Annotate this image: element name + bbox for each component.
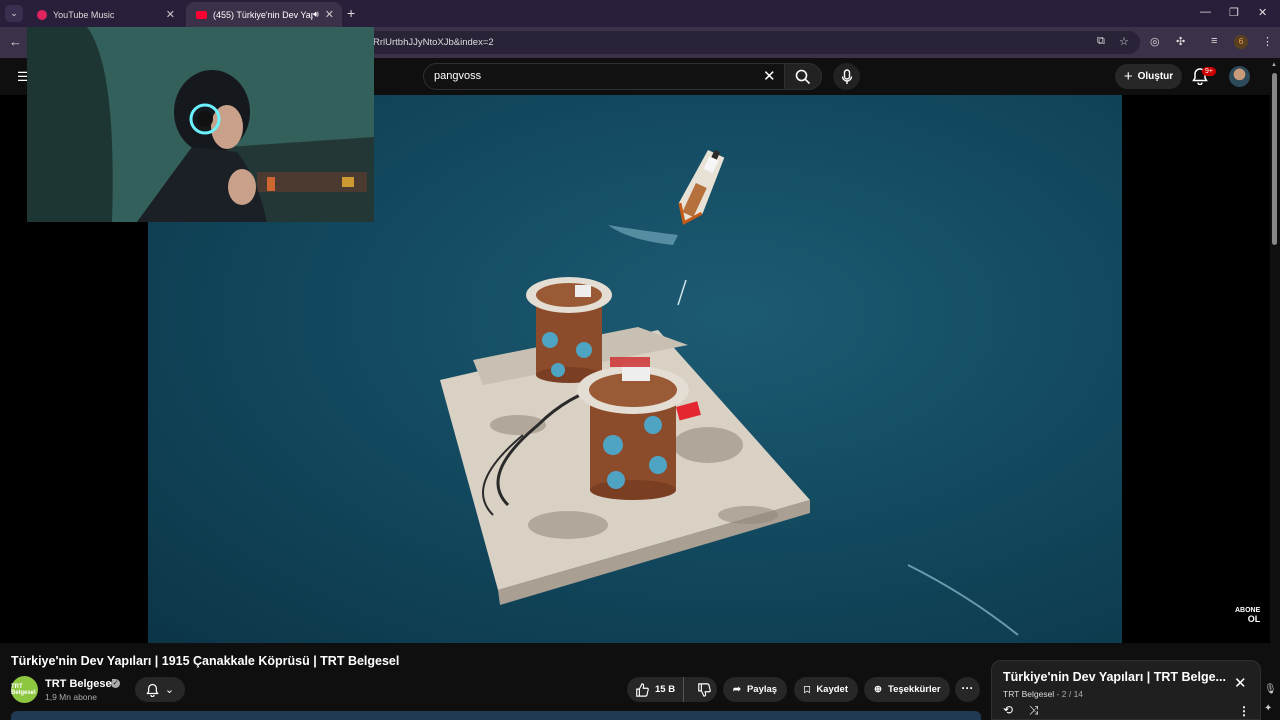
- super-thanks-icon: ⊕: [874, 684, 882, 695]
- thanks-label: Teşekkürler: [887, 684, 941, 695]
- browser-tab-strip: ⌄ YouTube Music ✕ (455) Türkiye'nin Dev …: [0, 0, 1280, 27]
- webcam-overlay: [27, 27, 374, 222]
- loop-icon[interactable]: ⟲: [1003, 703, 1013, 717]
- tab-video-active[interactable]: (455) Türkiye'nin Dev Yapıla 🔊︎ ✕: [186, 2, 342, 27]
- bell-icon: [146, 683, 159, 697]
- profile-badge[interactable]: 6: [1234, 35, 1248, 49]
- tab-close-icon[interactable]: ✕: [166, 8, 175, 21]
- thumbs-up-icon: [636, 682, 649, 697]
- like-button[interactable]: 15 B: [627, 677, 685, 702]
- search-value[interactable]: pangvoss: [434, 70, 481, 82]
- notification-count-badge: 9+: [1202, 67, 1216, 76]
- watermark-bottom-text: OL: [1247, 614, 1261, 624]
- search-icon: [795, 69, 811, 84]
- description-box-top[interactable]: [11, 711, 981, 720]
- incognito-icon[interactable]: ◎: [1150, 35, 1160, 48]
- plus-icon: +: [1123, 68, 1133, 85]
- tab-search-button[interactable]: ⌄: [5, 5, 23, 22]
- user-avatar[interactable]: [1229, 66, 1250, 87]
- browser-menu-icon[interactable]: ⋮: [1262, 35, 1273, 48]
- save-button[interactable]: Kaydet: [794, 677, 858, 702]
- back-arrow-icon[interactable]: ←: [9, 34, 22, 49]
- more-actions-button[interactable]: ···: [955, 677, 980, 702]
- side-mic-icon[interactable]: 🎙︎: [1264, 684, 1277, 695]
- video-title: Türkiye'nin Dev Yapıları | 1915 Çanakkal…: [11, 654, 400, 668]
- playlist-menu-icon[interactable]: ⋮: [1238, 704, 1250, 718]
- watermark-top-text: ABONE: [1235, 607, 1261, 614]
- subscriber-count: 1,9 Mn abone: [45, 692, 97, 702]
- create-label: Oluştur: [1137, 71, 1174, 82]
- bookmark-icon: [804, 685, 811, 694]
- restore-button[interactable]: ❐: [1229, 6, 1239, 19]
- dislike-button[interactable]: [690, 677, 717, 702]
- window-close-button[interactable]: ✕: [1258, 6, 1267, 19]
- scroll-up-arrow-icon[interactable]: ▲: [1271, 62, 1277, 68]
- thumbs-down-icon: [697, 682, 711, 697]
- chevron-down-icon: ⌄: [164, 684, 175, 696]
- like-dislike-group: 15 B: [627, 677, 717, 702]
- voice-search-button[interactable]: [833, 63, 860, 90]
- tab-label: (455) Türkiye'nin Dev Yapıla: [213, 9, 313, 20]
- like-count: 15 B: [655, 684, 676, 695]
- shuffle-icon[interactable]: ⤨: [1029, 703, 1039, 718]
- create-button[interactable]: + Oluştur: [1115, 64, 1182, 89]
- minimize-button[interactable]: —: [1200, 6, 1211, 18]
- verified-check-icon: ✓: [111, 679, 120, 688]
- media-controls-icon[interactable]: ≡: [1211, 35, 1217, 47]
- playlist-position: - 2 / 14: [1056, 689, 1084, 699]
- extensions-puzzle-icon[interactable]: ✣: [1176, 35, 1185, 48]
- install-app-icon[interactable]: ⧉: [1097, 35, 1105, 48]
- search-button[interactable]: [784, 63, 822, 90]
- save-label: Kaydet: [816, 684, 848, 695]
- subscribed-notifications-button[interactable]: ⌄: [135, 677, 185, 702]
- new-tab-button[interactable]: +: [347, 5, 355, 21]
- share-label: Paylaş: [746, 684, 778, 695]
- bookmark-star-icon[interactable]: ☆: [1119, 35, 1129, 48]
- channel-name[interactable]: TRT Belgesel: [45, 678, 115, 690]
- youtube-music-favicon-icon: [37, 9, 47, 20]
- clear-search-icon[interactable]: ✕: [763, 67, 776, 85]
- speaker-icon[interactable]: 🔊︎: [313, 9, 319, 20]
- tab-label: YouTube Music: [53, 9, 115, 20]
- url-text[interactable]: RrlUrtbhJJyNtoXJb&index=2: [373, 37, 494, 48]
- playlist-channel[interactable]: TRT Belgesel: [1003, 689, 1054, 699]
- page-scrollbar[interactable]: [1272, 73, 1277, 245]
- microphone-icon: [841, 68, 852, 84]
- share-icon: ➦: [733, 684, 741, 695]
- channel-avatar[interactable]: TRT Belgesel: [11, 676, 38, 703]
- thanks-button[interactable]: ⊕ Teşekkürler: [864, 677, 950, 702]
- streamer-figure-drawing: [27, 27, 374, 222]
- youtube-favicon-icon: [196, 10, 207, 19]
- playlist-title[interactable]: Türkiye'nin Dev Yapıları | TRT Belge...: [1003, 670, 1226, 684]
- subscribe-watermark[interactable]: ABONE OL: [1235, 606, 1260, 624]
- share-button[interactable]: ➦ Paylaş: [723, 677, 787, 702]
- playlist-close-icon[interactable]: ✕: [1234, 674, 1247, 692]
- tab-close-icon[interactable]: ✕: [325, 8, 334, 21]
- side-ai-icon[interactable]: ✦: [1264, 703, 1272, 714]
- tab-youtube-music[interactable]: YouTube Music ✕: [27, 2, 183, 27]
- playlist-meta: TRT Belgesel - 2 / 14: [1003, 689, 1083, 699]
